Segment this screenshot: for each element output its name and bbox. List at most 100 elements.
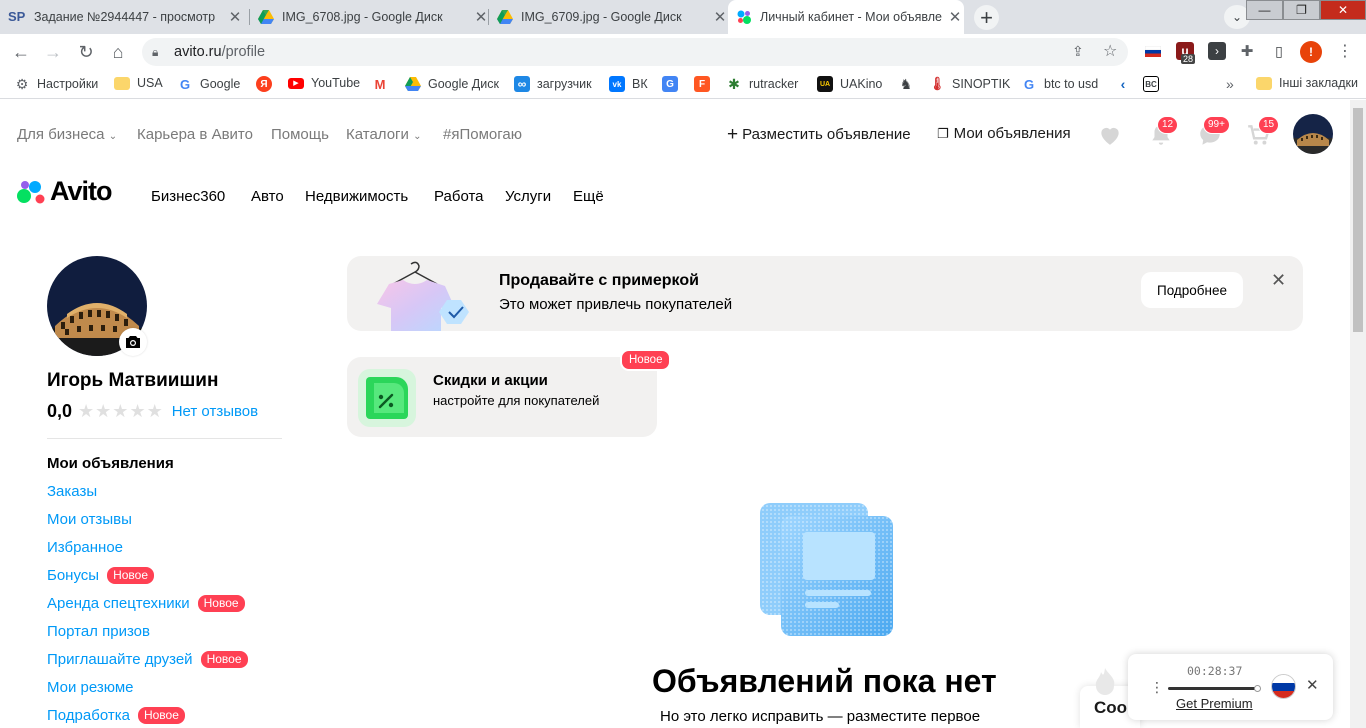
maximize-button[interactable]: ❐ <box>1283 0 1320 20</box>
bookmark-google[interactable]: G Google <box>177 76 240 92</box>
category-business360[interactable]: Бизнес360 <box>151 188 225 205</box>
profile-name: Игорь Матвиишин <box>47 370 219 391</box>
address-bar[interactable]: 🔒︎ avito.ru/profile <box>142 38 1128 66</box>
category-realty[interactable]: Недвижимость <box>305 188 408 205</box>
bookmark-translate[interactable]: G <box>662 76 685 92</box>
category-auto[interactable]: Авто <box>251 188 284 205</box>
bookmark-sinoptik[interactable]: 🌡︎ SINOPTIK <box>929 76 1011 92</box>
sidebar-item-my-resumes[interactable]: Мои резюме <box>47 679 134 696</box>
sidebar-item-orders[interactable]: Заказы <box>47 483 97 500</box>
close-icon[interactable]: ✕ <box>226 8 244 26</box>
category-services[interactable]: Услуги <box>505 188 551 205</box>
link-for-business[interactable]: Для бизнеса ⌄ <box>17 126 117 143</box>
bookmark-f[interactable]: F <box>694 76 717 92</box>
home-icon[interactable]: ⌂ <box>107 41 129 63</box>
bookmark-google-drive[interactable]: Google Диск <box>405 76 499 92</box>
favorites-heart-icon[interactable] <box>1097 122 1123 148</box>
bookmark-youtube[interactable]: ▶ YouTube <box>288 76 360 90</box>
category-jobs[interactable]: Работа <box>434 188 484 205</box>
my-ads-link[interactable]: ❐ Мои объявления <box>937 125 1071 142</box>
plus-icon: + <box>727 124 739 145</box>
sidebar-divider <box>47 438 282 439</box>
tab-task[interactable]: SP Задание №2944447 - просмотр ✕ <box>8 0 244 34</box>
tab-avito-profile[interactable]: Личный кабинет - Мои объявле ✕ <box>728 0 964 34</box>
bookmark-star-icon[interactable]: ☆ <box>1103 41 1117 61</box>
bookmark-gmail[interactable]: M <box>372 76 395 92</box>
sidebar-item-my-reviews[interactable]: Мои отзывы <box>47 511 132 528</box>
sidebar-item-side-jobs[interactable]: Подработка Новое <box>47 707 185 724</box>
sidebar-item-invite-friends[interactable]: Приглашайте друзей Новое <box>47 651 248 668</box>
back-arrow-icon[interactable]: ← <box>10 41 32 63</box>
bookmark-rutracker[interactable]: ✱ rutracker <box>726 76 798 92</box>
link-help[interactable]: Помощь <box>271 126 329 143</box>
link-catalogs[interactable]: Каталоги ⌄ <box>346 126 421 143</box>
post-ad-link[interactable]: + Разместить объявление <box>727 125 911 144</box>
close-icon[interactable]: ✕ <box>1271 270 1286 291</box>
translate-icon: G <box>662 76 678 92</box>
minimize-button[interactable]: — <box>1246 0 1283 20</box>
promo-subtitle: Это может привлечь покупателей <box>499 296 733 313</box>
tab-drive-6708[interactable]: IMG_6708.jpg - Google Диск ✕ <box>258 0 490 34</box>
bookmark-arrow[interactable]: ‹ <box>1115 76 1138 92</box>
bookmark-yandex[interactable]: Я <box>256 76 279 92</box>
get-premium-link[interactable]: Get Premium <box>1176 696 1253 711</box>
sidebar-item-prize-portal[interactable]: Портал призов <box>47 623 150 640</box>
f-icon: F <box>694 76 710 92</box>
menu-kebab-icon[interactable]: ⋮ <box>1336 42 1354 60</box>
messages-badge: 99+ <box>1203 116 1230 134</box>
reviews-link[interactable]: Нет отзывов <box>172 403 258 420</box>
avito-logo[interactable]: Avito <box>16 176 112 207</box>
new-badge: Новое <box>107 567 155 584</box>
page-scrollbar[interactable] <box>1350 100 1366 728</box>
profile-rating: 0,0 ★★★★★ Нет отзывов <box>47 401 258 422</box>
promo-details-button[interactable]: Подробнее <box>1141 272 1243 308</box>
sidebar-item-bonuses[interactable]: Бонусы Новое <box>47 567 155 584</box>
sidebar-item-favorites[interactable]: Избранное <box>47 539 123 556</box>
google-icon: G <box>179 76 191 92</box>
timer-progress-bar[interactable] <box>1168 685 1261 692</box>
sidebar-item-equipment-rental[interactable]: Аренда спецтехники Новое <box>47 595 245 612</box>
bookmark-chess[interactable]: ♞ <box>898 76 921 92</box>
bookmark-usa[interactable]: USA <box>114 76 163 90</box>
puzzle-extensions-icon[interactable]: ✚ <box>1238 42 1256 60</box>
link-careers[interactable]: Карьера в Авито <box>137 126 253 143</box>
kebab-menu-icon[interactable]: ⋮ <box>1150 679 1164 696</box>
bookmark-downloader[interactable]: ∞ загрузчик <box>514 76 592 92</box>
progress-knob[interactable] <box>1254 685 1261 692</box>
new-tab-button[interactable]: + <box>974 5 999 30</box>
other-bookmarks[interactable]: Інші закладки <box>1256 76 1358 90</box>
bookmark-vk[interactable]: vk ВК <box>609 76 648 92</box>
bookmark-settings[interactable]: ⚙ Настройки <box>14 76 99 92</box>
bookmark-bc[interactable]: BC <box>1143 76 1166 92</box>
share-icon[interactable]: ⇪ <box>1072 43 1084 60</box>
profile-avatar-button[interactable]: ! <box>1300 41 1322 63</box>
russian-flag-icon[interactable] <box>1271 674 1296 699</box>
close-icon[interactable]: ✕ <box>946 8 964 26</box>
close-icon[interactable]: ✕ <box>1306 676 1319 694</box>
category-more[interactable]: Ещё <box>573 188 604 205</box>
new-badge: Новое <box>620 349 672 371</box>
bc-icon: BC <box>1143 76 1159 92</box>
window-close-button[interactable]: ✕ <box>1320 0 1366 20</box>
link-ya-pomogayu[interactable]: #яПомогаю <box>443 126 522 143</box>
forward-arrow-icon[interactable]: → <box>42 41 64 63</box>
rutracker-icon: ✱ <box>728 75 740 92</box>
scrollbar-thumb[interactable] <box>1353 108 1363 332</box>
folder-icon <box>114 76 130 90</box>
google-drive-icon <box>258 10 274 24</box>
reload-icon[interactable]: ↻ <box>75 41 97 63</box>
side-panel-icon[interactable]: ▯ <box>1270 42 1288 60</box>
bookmark-btc-to-usd[interactable]: Gbtc to usd <box>1021 76 1098 92</box>
russian-flag-extension-icon[interactable] <box>1144 42 1162 60</box>
user-avatar-button[interactable] <box>1293 114 1333 154</box>
close-icon[interactable]: ✕ <box>711 8 729 26</box>
chess-icon: ♞ <box>899 75 913 92</box>
sidebar-item-my-ads[interactable]: Мои объявления <box>47 455 174 472</box>
tab-drive-6709[interactable]: IMG_6709.jpg - Google Диск ✕ <box>497 0 729 34</box>
discounts-card[interactable]: Скидки и акции настройте для покупателей… <box>347 349 672 437</box>
new-badge: Новое <box>137 707 185 724</box>
more-bookmarks-chevron-icon[interactable]: » <box>1226 76 1234 92</box>
bookmark-uakino[interactable]: UA UAKino <box>817 76 882 92</box>
change-photo-camera-icon[interactable] <box>119 328 147 356</box>
terminal-extension-icon[interactable]: › <box>1208 42 1226 60</box>
